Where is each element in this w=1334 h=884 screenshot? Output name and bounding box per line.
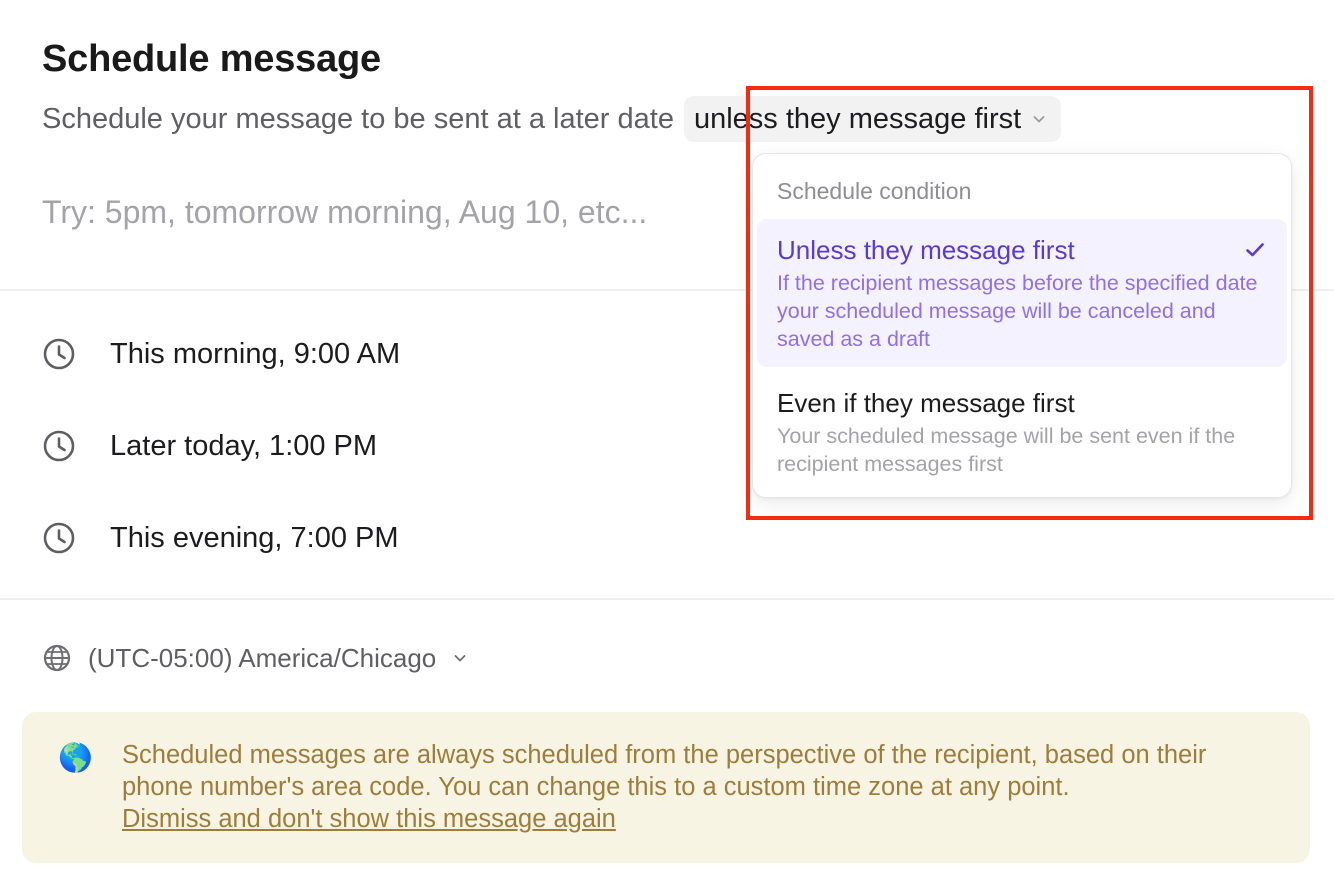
quick-option-label: This evening, 7:00 PM bbox=[110, 521, 399, 554]
schedule-condition-menu: Schedule condition Unless they message f… bbox=[752, 153, 1292, 498]
quick-option-label: This morning, 9:00 AM bbox=[110, 337, 401, 370]
banner-message: Scheduled messages are always scheduled … bbox=[122, 741, 1207, 801]
quick-option-label: Later today, 1:00 PM bbox=[110, 429, 378, 462]
menu-item-title: Even if they message first bbox=[777, 388, 1075, 418]
quick-option-later-today[interactable]: Later today, 1:00 PM bbox=[42, 421, 377, 471]
clock-icon bbox=[42, 429, 76, 463]
timezone-label: (UTC-05:00) America/Chicago bbox=[88, 642, 437, 673]
globe-icon bbox=[42, 643, 72, 673]
menu-item-title: Unless they message first bbox=[777, 235, 1075, 265]
page-title: Schedule message bbox=[42, 38, 381, 80]
divider bbox=[0, 598, 1334, 600]
menu-item-description: If the recipient messages before the spe… bbox=[777, 271, 1258, 351]
clock-icon bbox=[42, 337, 76, 371]
chevron-down-icon bbox=[1031, 111, 1047, 127]
menu-item-even-if-they-message-first[interactable]: Even if they message first Your schedule… bbox=[757, 372, 1287, 490]
subtitle: Schedule your message to be sent at a la… bbox=[42, 102, 674, 135]
quick-option-this-evening[interactable]: This evening, 7:00 PM bbox=[42, 513, 399, 563]
chevron-down-icon bbox=[452, 650, 468, 666]
menu-heading: Schedule condition bbox=[777, 178, 972, 204]
globe-emoji-icon: 🌎 bbox=[58, 742, 93, 773]
menu-item-description: Your scheduled message will be sent even… bbox=[777, 424, 1236, 476]
quick-option-this-morning[interactable]: This morning, 9:00 AM bbox=[42, 329, 400, 379]
banner-text-block: Scheduled messages are always scheduled … bbox=[122, 739, 1282, 835]
subtitle-row: Schedule your message to be sent at a la… bbox=[42, 96, 1062, 142]
check-icon bbox=[1245, 241, 1265, 259]
menu-item-unless-they-message-first[interactable]: Unless they message first If the recipie… bbox=[757, 219, 1287, 367]
timezone-selector[interactable]: (UTC-05:00) America/Chicago bbox=[42, 640, 468, 676]
schedule-condition-value: unless they message first bbox=[693, 102, 1022, 135]
clock-icon bbox=[42, 521, 76, 555]
date-time-input[interactable] bbox=[42, 186, 742, 238]
schedule-message-panel: Schedule message Schedule your message t… bbox=[0, 0, 1334, 884]
schedule-condition-dropdown[interactable]: unless they message first bbox=[683, 96, 1062, 142]
timezone-info-banner: 🌎 Scheduled messages are always schedule… bbox=[22, 712, 1310, 863]
dismiss-banner-link[interactable]: Dismiss and don't show this message agai… bbox=[122, 803, 1282, 835]
